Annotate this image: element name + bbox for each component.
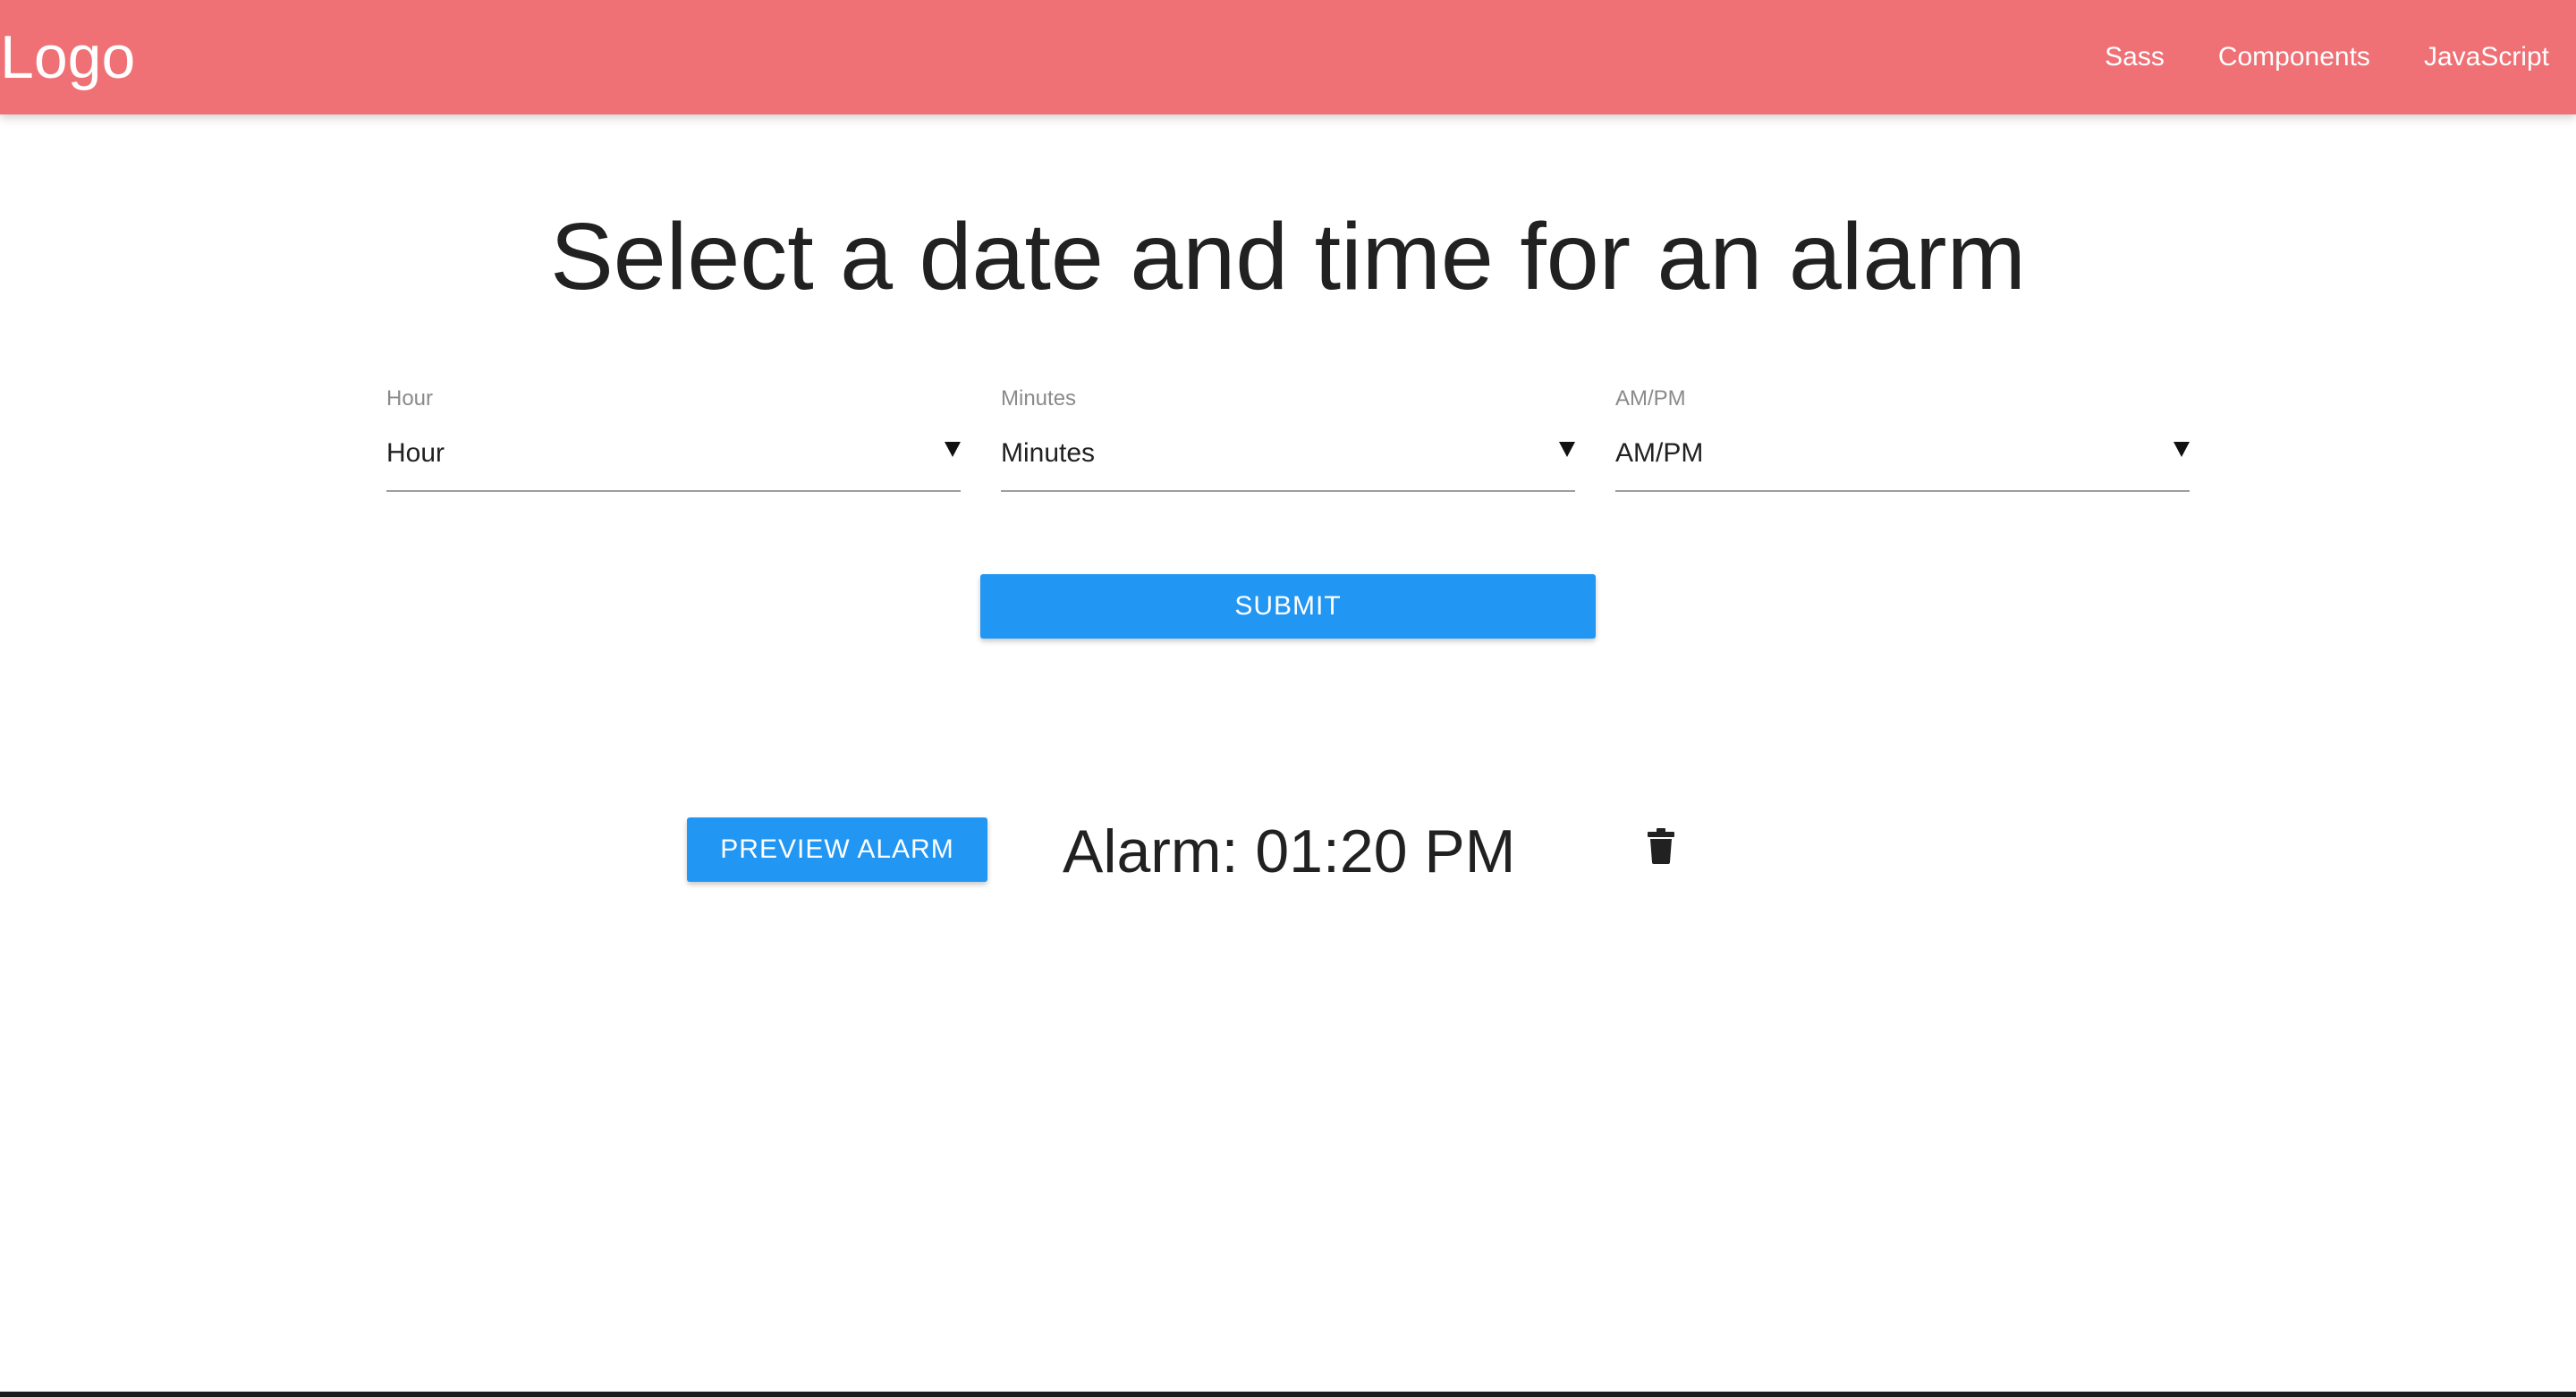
caret-down-icon	[1559, 442, 1575, 457]
minutes-select-value: Minutes	[1001, 438, 1096, 468]
page-title: Select a date and time for an alarm	[550, 204, 2026, 309]
trash-icon[interactable]	[1648, 828, 1674, 864]
navbar: Logo Sass Components JavaScript	[0, 0, 2576, 114]
ampm-label: AM/PM	[1615, 386, 1686, 411]
caret-down-icon	[2174, 442, 2190, 457]
caret-down-icon	[945, 442, 961, 457]
ampm-select[interactable]: AM/PM	[1615, 431, 2190, 492]
submit-button[interactable]: Submit	[980, 574, 1596, 639]
hour-select-value: Hour	[386, 438, 445, 468]
preview-alarm-button[interactable]: Preview Alarm	[687, 817, 987, 882]
nav-links: Sass Components JavaScript	[2051, 0, 2549, 114]
alarm-time-text: Alarm: 01:20 PM	[1063, 817, 1516, 885]
minutes-select[interactable]: Minutes	[1001, 431, 1575, 492]
logo[interactable]: Logo	[0, 20, 135, 95]
nav-link-javascript[interactable]: JavaScript	[2424, 42, 2549, 72]
hour-select[interactable]: Hour	[386, 431, 961, 492]
window-bottom-border	[0, 1392, 2576, 1397]
hour-label: Hour	[386, 386, 434, 411]
nav-link-sass[interactable]: Sass	[2105, 42, 2165, 72]
nav-link-components[interactable]: Components	[2218, 42, 2370, 72]
ampm-select-value: AM/PM	[1615, 438, 1704, 468]
minutes-label: Minutes	[1001, 386, 1077, 411]
